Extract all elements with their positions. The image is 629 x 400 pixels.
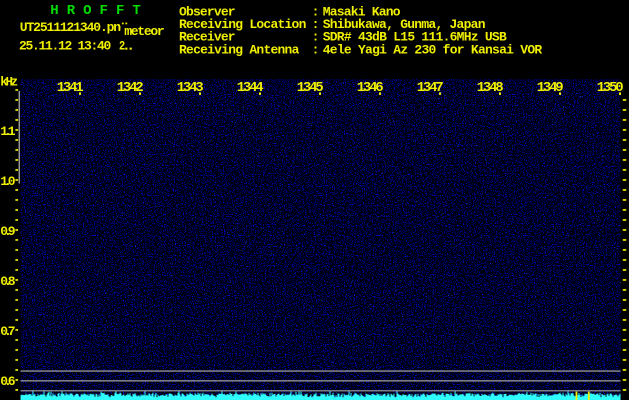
svg-text:1.0: 1.0: [0, 174, 15, 189]
svg-text:H R O F F T: H R O F F T: [50, 3, 141, 19]
svg-text:0.9: 0.9: [0, 224, 15, 239]
svg-text:4ele Yagi Az 230 for Kansai VO: 4ele Yagi Az 230 for Kansai VOR: [323, 42, 543, 57]
svg-text:25.11.12 13:40: 25.11.12 13:40: [19, 38, 111, 53]
svg-text:0.8: 0.8: [0, 274, 15, 289]
svg-text:UT2511121340.png: UT2511121340.png: [20, 20, 128, 35]
svg-text:2: 2: [119, 38, 125, 53]
svg-text:meteor: meteor: [124, 24, 165, 39]
svg-text:Receiving Antenna: Receiving Antenna: [179, 42, 300, 57]
svg-text::: :: [312, 42, 320, 57]
svg-text:0.6: 0.6: [0, 374, 15, 389]
svg-text:1.1: 1.1: [0, 124, 15, 139]
svg-text:kHz: kHz: [0, 76, 18, 90]
svg-text:0.7: 0.7: [0, 324, 15, 339]
